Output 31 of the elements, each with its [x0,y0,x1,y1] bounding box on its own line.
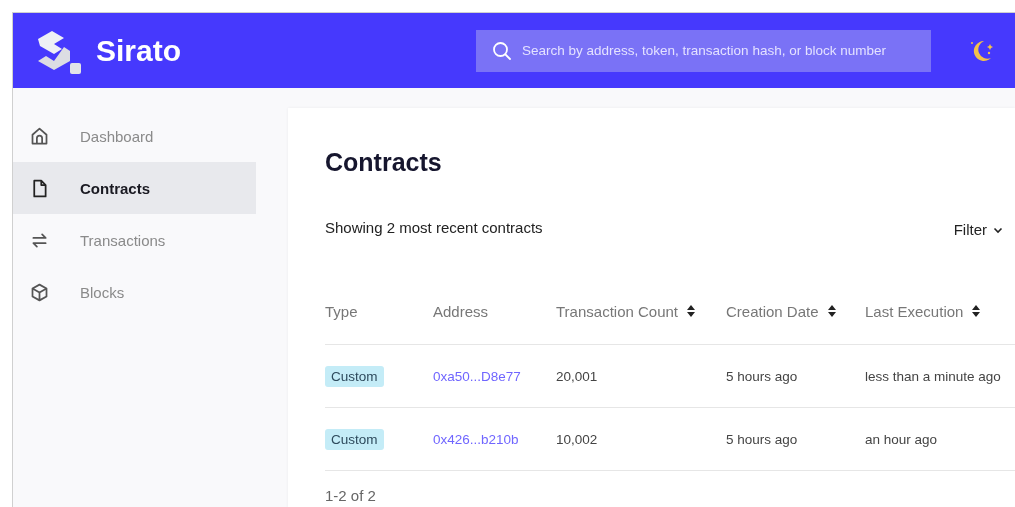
search-field[interactable]: Search by address, token, transaction hash, or block number [476,29,931,72]
sidebar-item[interactable]: Contracts [13,162,256,214]
table-cell: 5 hours ago [726,431,798,447]
table-cell: 10,002 [556,431,598,447]
brand-name: Sirato [96,33,182,68]
type-badge: Custom [325,428,384,450]
search-icon [492,40,512,61]
filter-dropdown[interactable]: Filter [953,221,1003,238]
home-icon [29,125,50,147]
type-badge: Custom [325,365,384,387]
cube-icon [29,281,50,303]
table-cell: an hour ago [865,431,938,447]
sidebar-item[interactable]: Blocks [13,266,256,318]
column-header[interactable]: Last Execution [865,302,964,320]
table-cell: 20,001 [556,368,598,384]
table-cell: less than a minute ago [865,368,1001,384]
pagination-text: 1-2 of 2 [325,487,377,504]
column-header[interactable]: Transaction Count [556,302,678,320]
column-header: Type [325,302,358,320]
column-header: Address [433,302,489,320]
table-cell: 5 hours ago [726,368,798,384]
sort-icon[interactable] [971,304,982,318]
address-link[interactable]: 0xa50...D8e77 [433,368,521,384]
sidebar-item[interactable]: Transactions [13,214,256,266]
results-summary: Showing 2 most recent contracts [325,219,543,236]
address-link[interactable]: 0x426...b210b [433,431,519,447]
sort-icon[interactable] [686,304,696,318]
sort-icon[interactable] [826,304,837,318]
column-header[interactable]: Creation Date [726,302,819,320]
sidebar-item[interactable]: Dashboard [13,110,256,162]
page-title: Contracts [325,148,443,177]
